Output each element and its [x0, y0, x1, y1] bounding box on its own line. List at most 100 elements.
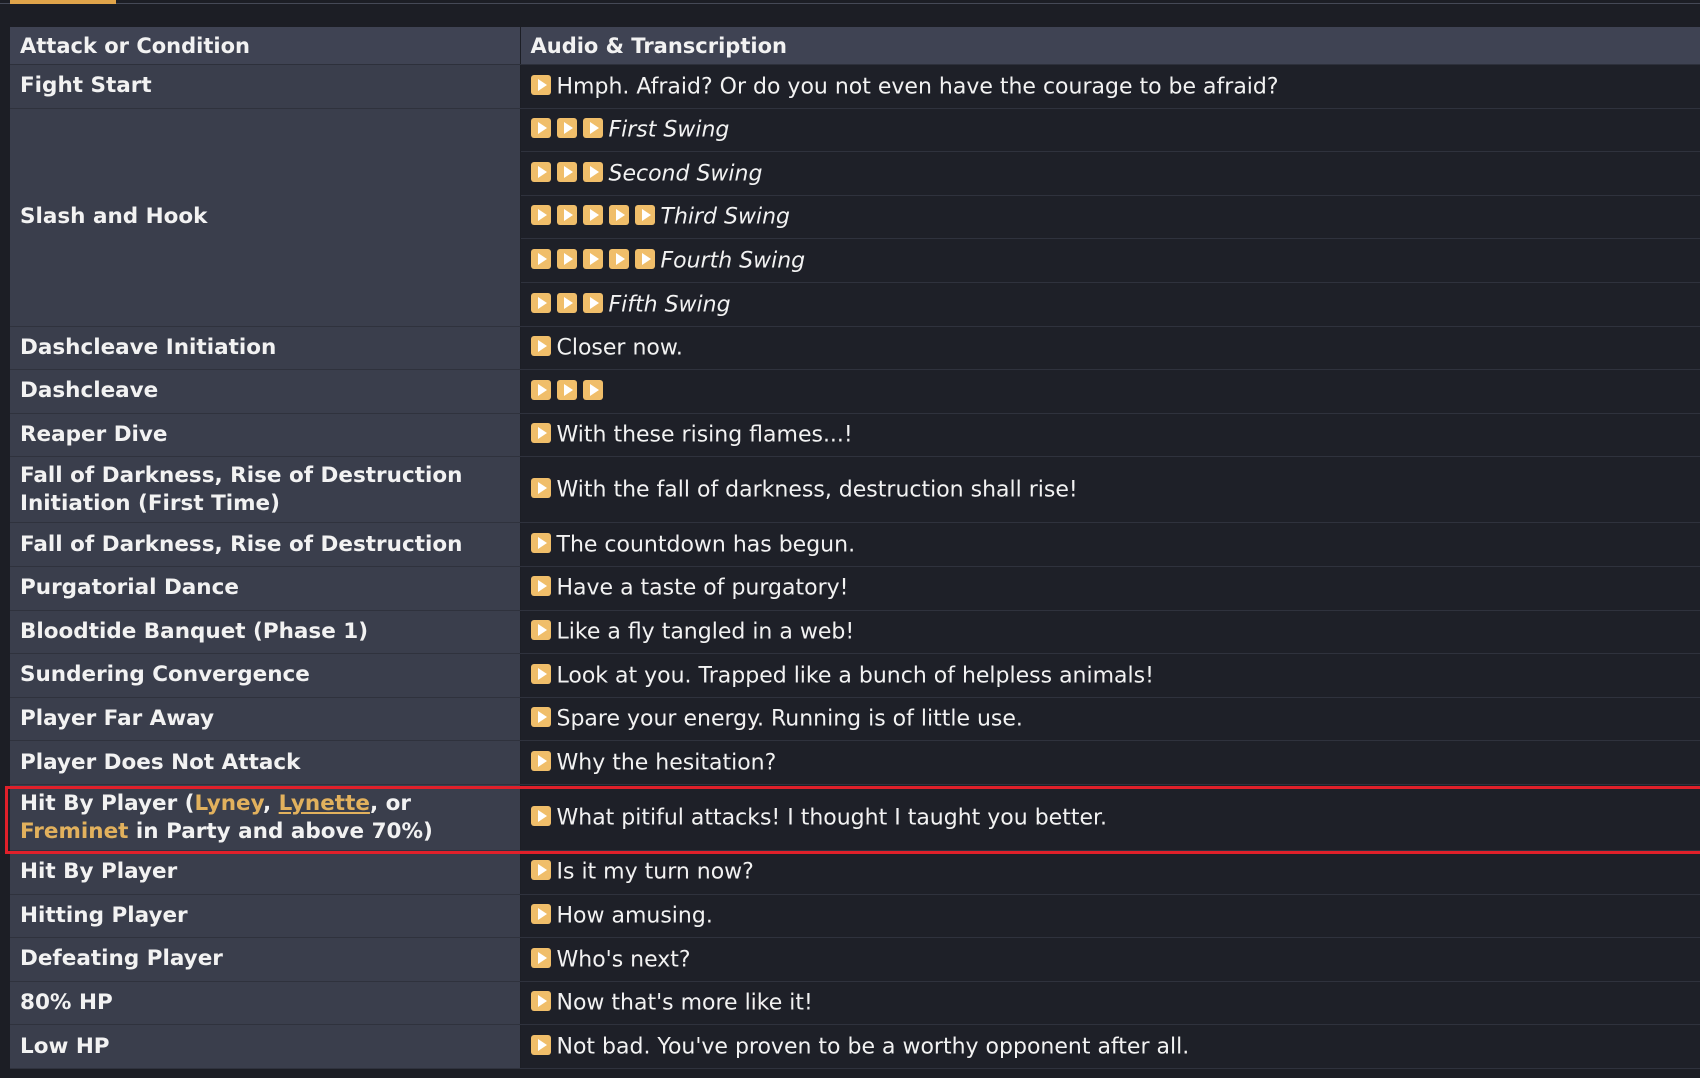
condition-cell: Player Far Away [10, 697, 521, 742]
audio-cell: Hmph. Afraid? Or do you not even have th… [520, 64, 1700, 109]
play-icon[interactable] [582, 118, 603, 139]
condition-cell: Fall of Darkness, Rise of Destruction [10, 522, 521, 567]
condition-cell: Dashcleave [10, 369, 521, 414]
condition-cell: Hit By Player [10, 850, 521, 895]
play-icon[interactable] [530, 904, 551, 925]
condition-cell: Low HP [10, 1024, 521, 1069]
table-row: Low HP Not bad. You've proven to be a wor… [10, 1024, 1700, 1069]
transcription-text: Hmph. Afraid? Or do you not even have th… [556, 74, 1279, 100]
header-audio: Audio & Transcription [520, 27, 1700, 65]
audio-cell: Fifth Swing [520, 282, 1700, 327]
play-icon[interactable] [530, 423, 551, 444]
transcription-text: Fourth Swing [660, 248, 806, 274]
condition-cell: Slash and Hook [10, 108, 521, 327]
play-icon[interactable] [556, 161, 577, 182]
play-icon[interactable] [530, 161, 551, 182]
transcription-text: Second Swing [608, 161, 763, 187]
table-row: Bloodtide Banquet (Phase 1) Like a fly ta… [10, 610, 1700, 655]
play-icon[interactable] [530, 336, 551, 357]
condition-cell: Fight Start [10, 64, 521, 109]
play-icon[interactable] [556, 118, 577, 139]
play-icon[interactable] [556, 248, 577, 269]
transcription-text: Closer now. [556, 335, 683, 361]
audio-cell: Have a taste of purgatory! [520, 566, 1700, 611]
table-row: Defeating Player Who's next? [10, 937, 1700, 982]
play-icon[interactable] [634, 248, 655, 269]
table-header-row: Attack or Condition Audio & Transcriptio… [10, 27, 1700, 65]
table-row: Player Does Not Attack Why the hesitation… [10, 740, 1700, 785]
play-icon[interactable] [556, 379, 577, 400]
play-icon[interactable] [530, 860, 551, 881]
condition-cell: Hitting Player [10, 894, 521, 939]
play-icon[interactable] [556, 292, 577, 313]
play-icon[interactable] [530, 118, 551, 139]
play-icon[interactable] [530, 379, 551, 400]
condition-cell: Bloodtide Banquet (Phase 1) [10, 610, 521, 655]
play-icon[interactable] [582, 161, 603, 182]
table-row: Fall of Darkness, Rise of Destruction In… [10, 456, 1700, 524]
play-icon[interactable] [530, 205, 551, 226]
transcription-text: With the fall of darkness, destruction s… [556, 477, 1078, 503]
transcription-text: Fifth Swing [608, 292, 731, 318]
play-icon[interactable] [530, 292, 551, 313]
audio-cell: Now that's more like it! [520, 981, 1700, 1026]
play-icon[interactable] [530, 991, 551, 1012]
table-row: Dashcleave [10, 369, 1700, 414]
active-tab-indicator [10, 0, 116, 4]
transcription-text: Not bad. You've proven to be a worthy op… [556, 1034, 1190, 1060]
play-icon[interactable] [530, 576, 551, 597]
play-icon[interactable] [530, 478, 551, 499]
play-icon[interactable] [608, 205, 629, 226]
play-icon[interactable] [582, 248, 603, 269]
transcription-text: How amusing. [556, 903, 713, 929]
transcription-text: Now that's more like it! [556, 990, 813, 1016]
audio-cell: Not bad. You've proven to be a worthy op… [520, 1024, 1700, 1069]
play-icon[interactable] [530, 620, 551, 641]
audio-cell: Why the hesitation? [520, 740, 1700, 785]
play-icon[interactable] [582, 379, 603, 400]
play-icon[interactable] [530, 663, 551, 684]
condition-cell: Purgatorial Dance [10, 566, 521, 611]
condition-cell: Player Does Not Attack [10, 740, 521, 785]
transcription-text: With these rising flames...! [556, 422, 853, 448]
play-icon[interactable] [530, 947, 551, 968]
table-row: Purgatorial Dance Have a taste of purgato… [10, 566, 1700, 611]
audio-cell: Who's next? [520, 937, 1700, 982]
audio-cell: Like a fly tangled in a web! [520, 610, 1700, 655]
play-icon[interactable] [530, 532, 551, 553]
play-icon[interactable] [530, 707, 551, 728]
audio-cell: Closer now. [520, 326, 1700, 371]
condition-cell: Reaper Dive [10, 413, 521, 458]
audio-cell: Is it my turn now? [520, 850, 1700, 895]
condition-cell: Defeating Player [10, 937, 521, 982]
transcription-text: Who's next? [556, 947, 691, 973]
table-row: Dashcleave Initiation Closer now. [10, 326, 1700, 371]
condition-cell: Fall of Darkness, Rise of Destruction In… [10, 456, 521, 524]
transcription-text: Why the hesitation? [556, 750, 777, 776]
condition-cell: Dashcleave Initiation [10, 326, 521, 371]
play-icon[interactable] [530, 248, 551, 269]
table-row: Sundering Convergence Look at you. Trappe… [10, 653, 1700, 698]
play-icon[interactable] [582, 292, 603, 313]
audio-cell: With these rising flames...! [520, 413, 1700, 458]
audio-cell [520, 369, 1700, 414]
play-icon[interactable] [530, 750, 551, 771]
play-icon[interactable] [608, 248, 629, 269]
play-icon[interactable] [556, 205, 577, 226]
audio-cell: Third Swing [520, 195, 1700, 240]
audio-cell: Fourth Swing [520, 238, 1700, 283]
audio-cell: Spare your energy. Running is of little … [520, 697, 1700, 742]
voice-lines-table: Attack or Condition Audio & Transcriptio… [10, 27, 1700, 1069]
transcription-text: First Swing [608, 117, 730, 143]
play-icon[interactable] [530, 74, 551, 95]
play-icon[interactable] [634, 205, 655, 226]
table-row: Hitting Player How amusing. [10, 894, 1700, 939]
play-icon[interactable] [582, 205, 603, 226]
condition-cell: Sundering Convergence [10, 653, 521, 698]
table-row: Hit By Player Is it my turn now? [10, 850, 1700, 895]
table-row: Slash and Hook First Swing [10, 108, 1700, 327]
play-icon[interactable] [530, 1034, 551, 1055]
transcription-text: The countdown has begun. [556, 532, 856, 558]
audio-cell: Second Swing [520, 151, 1700, 196]
transcription-text: Spare your energy. Running is of little … [556, 706, 1023, 732]
